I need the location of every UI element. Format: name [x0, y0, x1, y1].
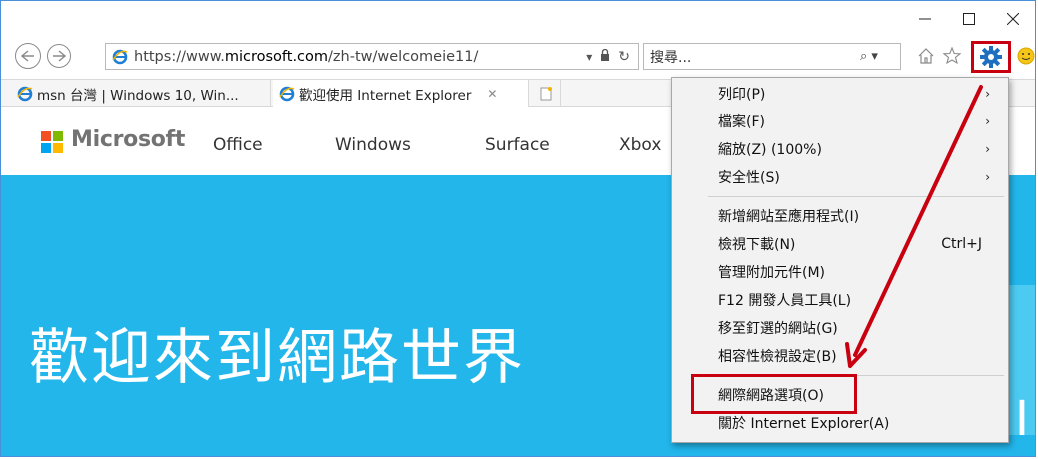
brand-name[interactable]: Microsoft	[71, 127, 185, 152]
close-tab-icon[interactable]: ✕	[487, 87, 497, 101]
search-icon[interactable]: ⌕ ▾	[860, 49, 900, 64]
window-controls	[903, 1, 1035, 37]
shortcut-label: Ctrl+J	[941, 236, 982, 252]
hero-title: 歡迎來到網路世界	[29, 323, 525, 393]
tab-msn[interactable]: msn 台灣 | Windows 10, Win...	[11, 80, 271, 107]
nav-windows[interactable]: Windows	[335, 135, 411, 155]
gear-icon	[980, 46, 1002, 68]
chevron-right-icon: ›	[985, 170, 990, 184]
menu-item-dev-tools[interactable]: F12 開發人員工具(L)	[672, 288, 1008, 312]
menu-item-safety[interactable]: 安全性(S) ›	[672, 165, 1008, 189]
nav-office[interactable]: Office	[213, 135, 263, 155]
new-tab-icon	[540, 86, 552, 100]
nav-xbox[interactable]: Xbox	[619, 135, 661, 155]
home-icon[interactable]	[917, 47, 935, 70]
tools-gear-button[interactable]	[971, 41, 1011, 73]
chevron-right-icon: ›	[985, 87, 990, 101]
menu-item-print[interactable]: 列印(P) ›	[672, 82, 1008, 106]
ie-logo-icon	[279, 86, 295, 101]
refresh-icon[interactable]: ↻	[618, 49, 630, 65]
menu-item-manage-addons[interactable]: 管理附加元件(M)	[672, 260, 1008, 284]
lock-icon[interactable]	[600, 48, 610, 64]
dropdown-arrow-icon[interactable]: ▾	[586, 50, 592, 64]
menu-item-zoom[interactable]: 縮放(Z) (100%) ›	[672, 137, 1008, 161]
address-url: https://www.microsoft.com/zh-tw/welcomei…	[134, 48, 479, 65]
hero-partial-text: I	[1014, 391, 1029, 447]
menu-item-pinned-sites[interactable]: 移至釘選的網站(G)	[672, 316, 1008, 340]
highlight-internet-options	[691, 374, 857, 414]
menu-item-add-site-to-apps[interactable]: 新增網站至應用程式(I)	[672, 204, 1008, 228]
address-bar[interactable]: https://www.microsoft.com/zh-tw/welcomei…	[105, 43, 639, 70]
forward-arrow-icon	[53, 50, 66, 62]
menu-item-view-downloads[interactable]: 檢視下載(N) Ctrl+J	[672, 232, 1008, 256]
chevron-right-icon: ›	[985, 142, 990, 156]
tab-label: 歡迎使用 Internet Explorer	[299, 87, 472, 104]
back-arrow-icon	[21, 50, 34, 62]
browser-window: https://www.microsoft.com/zh-tw/welcomei…	[0, 0, 1036, 457]
close-icon	[1007, 13, 1019, 25]
menu-item-about-ie[interactable]: 關於 Internet Explorer(A)	[672, 411, 1008, 435]
menu-separator	[708, 196, 1004, 197]
menu-item-compat-view[interactable]: 相容性檢視設定(B)	[672, 344, 1008, 368]
menu-item-file[interactable]: 檔案(F) ›	[672, 109, 1008, 133]
chevron-right-icon: ›	[985, 114, 990, 128]
search-input[interactable]: 搜尋...	[650, 47, 860, 67]
tab-welcome-ie[interactable]: 歡迎使用 Internet Explorer ✕	[273, 80, 529, 107]
forward-button[interactable]	[47, 44, 71, 68]
smiley-feedback-icon[interactable]	[1017, 46, 1035, 71]
ie-logo-icon	[112, 49, 128, 64]
back-button[interactable]	[15, 43, 41, 69]
navigation-bar: https://www.microsoft.com/zh-tw/welcomei…	[1, 39, 1035, 75]
nav-surface[interactable]: Surface	[485, 135, 550, 155]
search-box[interactable]: 搜尋... ⌕ ▾	[643, 43, 901, 70]
minimize-icon	[919, 18, 931, 20]
microsoft-logo-icon[interactable]	[41, 131, 63, 153]
maximize-icon	[963, 13, 975, 25]
minimize-button[interactable]	[903, 1, 947, 37]
close-button[interactable]	[991, 1, 1035, 37]
tab-label: msn 台灣 | Windows 10, Win...	[37, 87, 239, 104]
favorites-star-icon[interactable]	[942, 46, 963, 70]
ie-logo-icon	[17, 86, 33, 101]
maximize-button[interactable]	[947, 1, 991, 37]
new-tab-button[interactable]	[531, 80, 561, 107]
